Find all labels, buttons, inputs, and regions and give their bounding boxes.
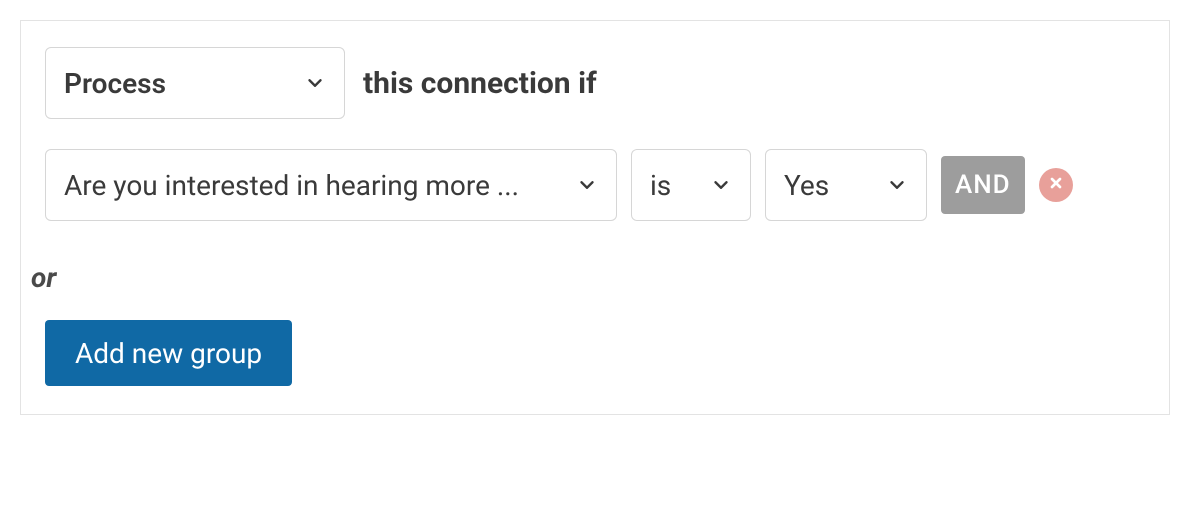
- condition-header-row: Process this connection if: [45, 47, 1145, 119]
- condition-label: this connection if: [363, 66, 597, 101]
- condition-panel: Process this connection if Are you inter…: [20, 20, 1170, 415]
- delete-rule-button[interactable]: [1039, 168, 1073, 202]
- operator-select[interactable]: is: [631, 149, 751, 221]
- field-select[interactable]: Are you interested in hearing more ...: [45, 149, 617, 221]
- add-new-group-button[interactable]: Add new group: [45, 320, 292, 386]
- and-joiner-label: AND: [955, 170, 1011, 200]
- chevron-down-icon: [886, 174, 908, 196]
- and-joiner-button[interactable]: AND: [941, 156, 1025, 214]
- chevron-down-icon: [710, 174, 732, 196]
- action-select-value: Process: [64, 67, 284, 100]
- value-select[interactable]: Yes: [765, 149, 927, 221]
- chevron-down-icon: [304, 72, 326, 94]
- value-select-value: Yes: [784, 169, 829, 202]
- condition-rule-row: Are you interested in hearing more ... i…: [45, 149, 1145, 221]
- action-select[interactable]: Process: [45, 47, 345, 119]
- close-icon: [1048, 175, 1064, 195]
- operator-select-value: is: [650, 169, 671, 202]
- field-select-value: Are you interested in hearing more ...: [64, 169, 556, 202]
- add-new-group-label: Add new group: [75, 337, 262, 370]
- chevron-down-icon: [576, 174, 598, 196]
- or-label: or: [31, 261, 1145, 294]
